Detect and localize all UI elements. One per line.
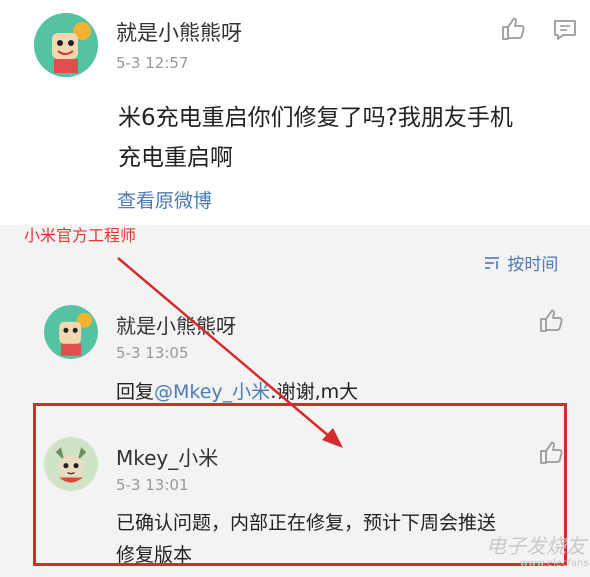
watermark-logo: 电子发烧友 — [486, 534, 586, 558]
watermark-url: www.elecfans.com — [520, 558, 590, 569]
